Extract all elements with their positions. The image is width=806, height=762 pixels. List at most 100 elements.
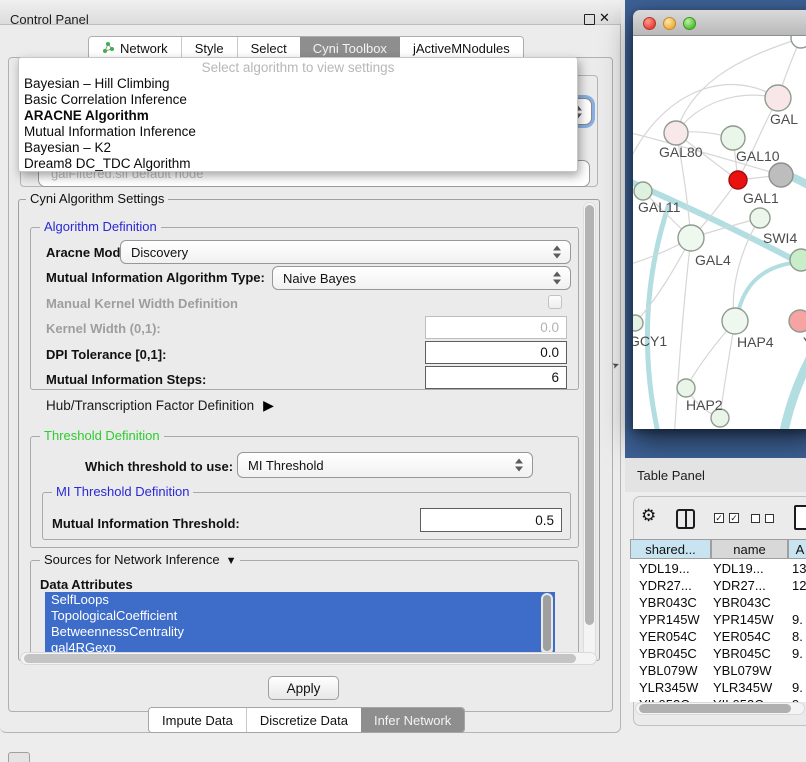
cell: 8. [792, 629, 803, 644]
network-node[interactable] [765, 85, 791, 111]
float-window-icon[interactable] [584, 14, 595, 25]
manual-kernel-checkbox[interactable] [548, 295, 562, 309]
kernel-width-field[interactable]: 0.0 [425, 316, 567, 339]
cell: YDL19... [713, 561, 764, 576]
network-node-label: GAL4 [695, 252, 731, 268]
network-edge [647, 204, 669, 429]
cell: YBR045C [639, 646, 697, 661]
network-node[interactable] [677, 379, 695, 397]
network-node[interactable] [634, 182, 652, 200]
network-node[interactable] [721, 126, 745, 150]
algorithm-option-basic-correlation-inference[interactable]: Basic Correlation Inference [19, 92, 577, 108]
hub-definition-toggle[interactable]: Hub/Transcription Factor Definition ▶ [46, 397, 274, 414]
cell: 12 [792, 578, 806, 593]
corner-button[interactable] [8, 752, 30, 762]
attribute-list-scrollbar-thumb[interactable] [543, 595, 551, 651]
which-threshold-label: Which threshold to use: [85, 459, 233, 474]
network-canvas[interactable]: GALGAL80GAL10GAL1GAL11GAL4SWI4GCY1HAP4YH… [633, 36, 806, 429]
close-icon[interactable]: ✕ [599, 10, 610, 26]
network-node[interactable] [678, 225, 704, 251]
mi-type-label: Mutual Information Algorithm Type: [46, 270, 265, 285]
cell: 9. [792, 646, 803, 661]
network-edge [635, 238, 691, 323]
zoom-traffic-light[interactable] [683, 17, 696, 30]
collapsed-arrow-icon[interactable]: ▶ [263, 397, 274, 413]
bottom-tab-impute-data[interactable]: Impute Data [149, 708, 246, 732]
attribute-item-topologicalcoefficient[interactable]: TopologicalCoefficient [45, 608, 555, 624]
dpi-tolerance-value: 0.0 [540, 345, 559, 360]
algorithm-option-aracne-algorithm[interactable]: ARACNE Algorithm [19, 108, 577, 124]
network-node[interactable] [633, 315, 643, 331]
algorithm-option-dream8-dc-tdc-algorithm[interactable]: Dream8 DC_TDC Algorithm [19, 156, 577, 172]
network-node[interactable] [789, 310, 806, 332]
network-node[interactable] [791, 36, 806, 48]
table-row[interactable]: YLR345WYLR345W9. [630, 679, 806, 696]
attribute-item-selfloops[interactable]: SelfLoops [45, 592, 555, 608]
table-row[interactable]: YBL079WYBL079W [630, 662, 806, 679]
unchecked-box-icon[interactable] [751, 514, 760, 523]
cell: YBL079W [639, 663, 698, 678]
algorithm-option-bayesian-k2[interactable]: Bayesian – K2 [19, 140, 577, 156]
table-row[interactable]: YBR045CYBR045C9. [630, 645, 806, 662]
table-horizontal-scrollbar-thumb[interactable] [639, 704, 791, 713]
network-node[interactable] [750, 208, 770, 228]
tab-label: Network [120, 41, 168, 56]
document-icon[interactable] [794, 505, 806, 530]
attribute-item-betweennesscentrality[interactable]: BetweennessCentrality [45, 624, 555, 640]
table-row[interactable]: YPR145WYPR145W9. [630, 611, 806, 628]
cell: YLR345W [713, 680, 772, 695]
mi-threshold-field[interactable]: 0.5 [420, 508, 562, 532]
network-edge [779, 321, 806, 429]
kernel-width-value: 0.0 [540, 320, 559, 335]
table-row[interactable]: YBR043CYBR043C [630, 594, 806, 611]
algorithm-option-bayesian-hill-climbing[interactable]: Bayesian – Hill Climbing [19, 76, 577, 92]
table-panel-bar: Table Panel [625, 458, 806, 492]
control-panel-title: Control Panel [10, 12, 89, 27]
bottom-tab-infer-network[interactable]: Infer Network [361, 708, 464, 732]
gear-icon[interactable]: ⚙ [641, 506, 656, 526]
expanded-arrow-icon[interactable]: ▼ [226, 555, 237, 567]
data-attributes-list[interactable]: SelfLoopsTopologicalCoefficientBetweenne… [45, 592, 555, 656]
table-body: YDL19...YDL19...13YDR27...YDR27...12YBR0… [630, 559, 806, 702]
mi-type-combo[interactable]: Naive Bayes [272, 266, 571, 290]
column-header-name[interactable]: name [711, 539, 788, 559]
cell: YPR145W [713, 612, 774, 627]
bottom-tab-discretize-data[interactable]: Discretize Data [246, 708, 361, 732]
close-traffic-light[interactable] [643, 17, 656, 30]
mi-threshold-label: Mutual Information Threshold: [52, 516, 240, 531]
sources-title[interactable]: Sources for Network Inference▼ [40, 553, 240, 568]
network-window-titlebar[interactable] [633, 10, 806, 36]
columns-icon[interactable] [676, 509, 695, 529]
hub-definition-label: Hub/Transcription Factor Definition [46, 398, 254, 413]
network-node[interactable] [664, 121, 688, 145]
cell: YPR145W [639, 612, 700, 627]
table-row[interactable]: YDL19...YDL19...13 [630, 560, 806, 577]
apply-button[interactable]: Apply [268, 676, 339, 700]
network-node[interactable] [769, 163, 793, 187]
column-header-shared[interactable]: shared... [630, 539, 711, 559]
bottom-tabbar: Impute DataDiscretize DataInfer Network [148, 707, 465, 733]
aracne-mode-combo[interactable]: Discovery [120, 240, 571, 264]
network-node[interactable] [722, 308, 748, 334]
tab-label: Cyni Toolbox [313, 41, 387, 56]
cell: YBR043C [713, 595, 771, 610]
network-node[interactable] [729, 171, 747, 189]
minimize-traffic-light[interactable] [663, 17, 676, 30]
algorithm-option-mutual-information-inference[interactable]: Mutual Information Inference [19, 124, 577, 140]
dpi-tolerance-field[interactable]: 0.0 [425, 341, 567, 364]
tab-label: Select [251, 41, 287, 56]
network-node-label: HAP2 [686, 397, 723, 413]
aracne-mode-value: Discovery [131, 245, 188, 260]
settings-horizontal-scrollbar-thumb[interactable] [24, 654, 576, 663]
column-header-a[interactable]: A [788, 539, 806, 559]
network-node[interactable] [790, 249, 806, 271]
checked-box-icon[interactable]: ✓ [714, 513, 724, 523]
settings-vertical-scrollbar-thumb[interactable] [585, 205, 594, 625]
which-threshold-combo[interactable]: MI Threshold [237, 452, 533, 478]
checked-box-icon[interactable]: ✓ [729, 513, 739, 523]
table-row[interactable]: YDR27...YDR27...12 [630, 577, 806, 594]
network-node-label: GAL [770, 111, 798, 127]
unchecked-box-icon[interactable] [765, 514, 774, 523]
mi-steps-field[interactable]: 6 [425, 366, 567, 389]
table-row[interactable]: YER054CYER054C8. [630, 628, 806, 645]
